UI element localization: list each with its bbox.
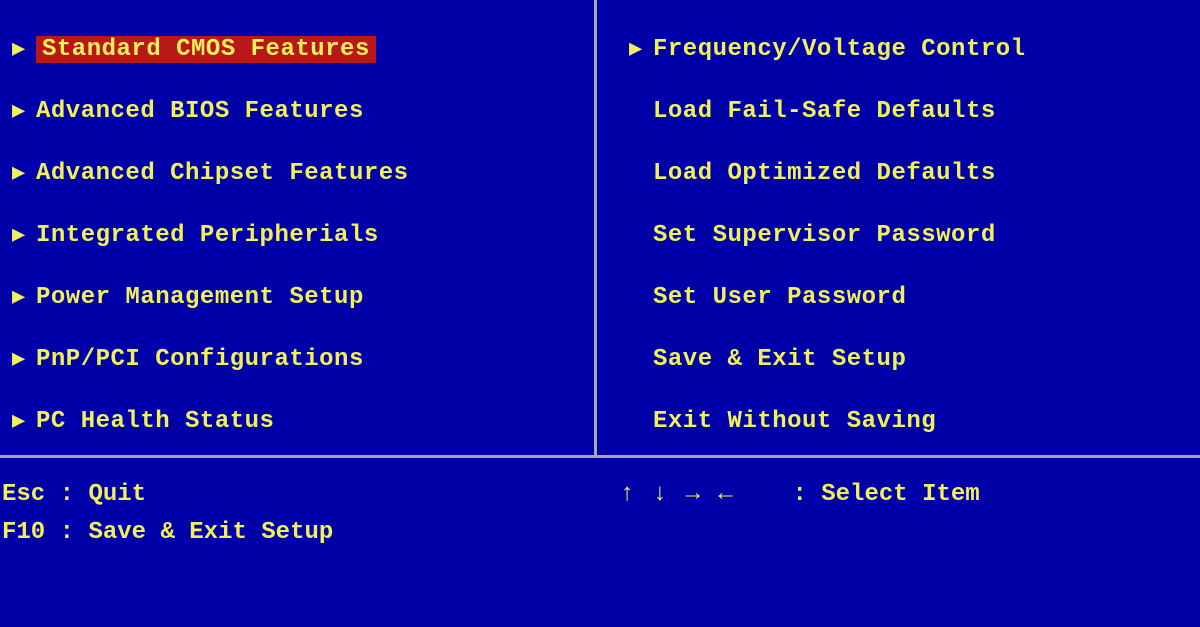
menu-item-label: Frequency/Voltage Control xyxy=(653,36,1026,63)
submenu-arrow-icon: ▶ xyxy=(12,346,36,372)
submenu-arrow-icon: ▶ xyxy=(12,36,36,62)
menu-item-label: Set User Password xyxy=(653,284,906,311)
menu-item-label: Set Supervisor Password xyxy=(653,222,996,249)
menu-item-label: Advanced BIOS Features xyxy=(36,98,364,125)
menu-item-left-6[interactable]: ▶PC Health Status xyxy=(8,390,594,452)
menu-item-right-4[interactable]: ▶Set User Password xyxy=(625,266,1200,328)
menu-item-right-6[interactable]: ▶Exit Without Saving xyxy=(625,390,1200,452)
menu-item-left-0[interactable]: ▶Standard CMOS Features xyxy=(8,18,594,80)
submenu-arrow-icon: ▶ xyxy=(12,408,36,434)
menu-item-label: Advanced Chipset Features xyxy=(36,160,409,187)
hint-arrows: ↑ ↓ → ← : Select Item xyxy=(620,476,980,514)
menu-column-left: ▶Standard CMOS Features▶Advanced BIOS Fe… xyxy=(0,0,597,455)
menu-item-label: Standard CMOS Features xyxy=(36,36,376,63)
menu-item-left-5[interactable]: ▶PnP/PCI Configurations xyxy=(8,328,594,390)
menu-item-label: Load Optimized Defaults xyxy=(653,160,996,187)
hint-esc: Esc : Quit xyxy=(0,476,620,514)
menu-item-left-4[interactable]: ▶Power Management Setup xyxy=(8,266,594,328)
bios-main-menu: ▶Standard CMOS Features▶Advanced BIOS Fe… xyxy=(0,0,1200,458)
submenu-arrow-icon: ▶ xyxy=(12,222,36,248)
menu-item-right-3[interactable]: ▶Set Supervisor Password xyxy=(625,204,1200,266)
menu-item-label: Integrated Peripherials xyxy=(36,222,379,249)
menu-item-label: PnP/PCI Configurations xyxy=(36,346,364,373)
submenu-arrow-icon: ▶ xyxy=(12,284,36,310)
menu-item-label: PC Health Status xyxy=(36,408,274,435)
footer-help-bar: Esc : Quit ↑ ↓ → ← : Select Item F10 : S… xyxy=(0,458,1200,553)
submenu-arrow-icon: ▶ xyxy=(629,36,653,62)
hint-f10: F10 : Save & Exit Setup xyxy=(0,514,620,552)
menu-item-left-2[interactable]: ▶Advanced Chipset Features xyxy=(8,142,594,204)
menu-item-left-3[interactable]: ▶Integrated Peripherials xyxy=(8,204,594,266)
menu-item-right-5[interactable]: ▶Save & Exit Setup xyxy=(625,328,1200,390)
submenu-arrow-icon: ▶ xyxy=(12,98,36,124)
menu-item-right-0[interactable]: ▶Frequency/Voltage Control xyxy=(625,18,1200,80)
menu-item-label: Load Fail-Safe Defaults xyxy=(653,98,996,125)
submenu-arrow-icon: ▶ xyxy=(12,160,36,186)
menu-item-right-1[interactable]: ▶Load Fail-Safe Defaults xyxy=(625,80,1200,142)
menu-item-label: Power Management Setup xyxy=(36,284,364,311)
menu-item-right-2[interactable]: ▶Load Optimized Defaults xyxy=(625,142,1200,204)
menu-item-label: Save & Exit Setup xyxy=(653,346,906,373)
menu-column-right: ▶Frequency/Voltage Control▶Load Fail-Saf… xyxy=(597,0,1200,455)
menu-item-left-1[interactable]: ▶Advanced BIOS Features xyxy=(8,80,594,142)
menu-item-label: Exit Without Saving xyxy=(653,408,936,435)
